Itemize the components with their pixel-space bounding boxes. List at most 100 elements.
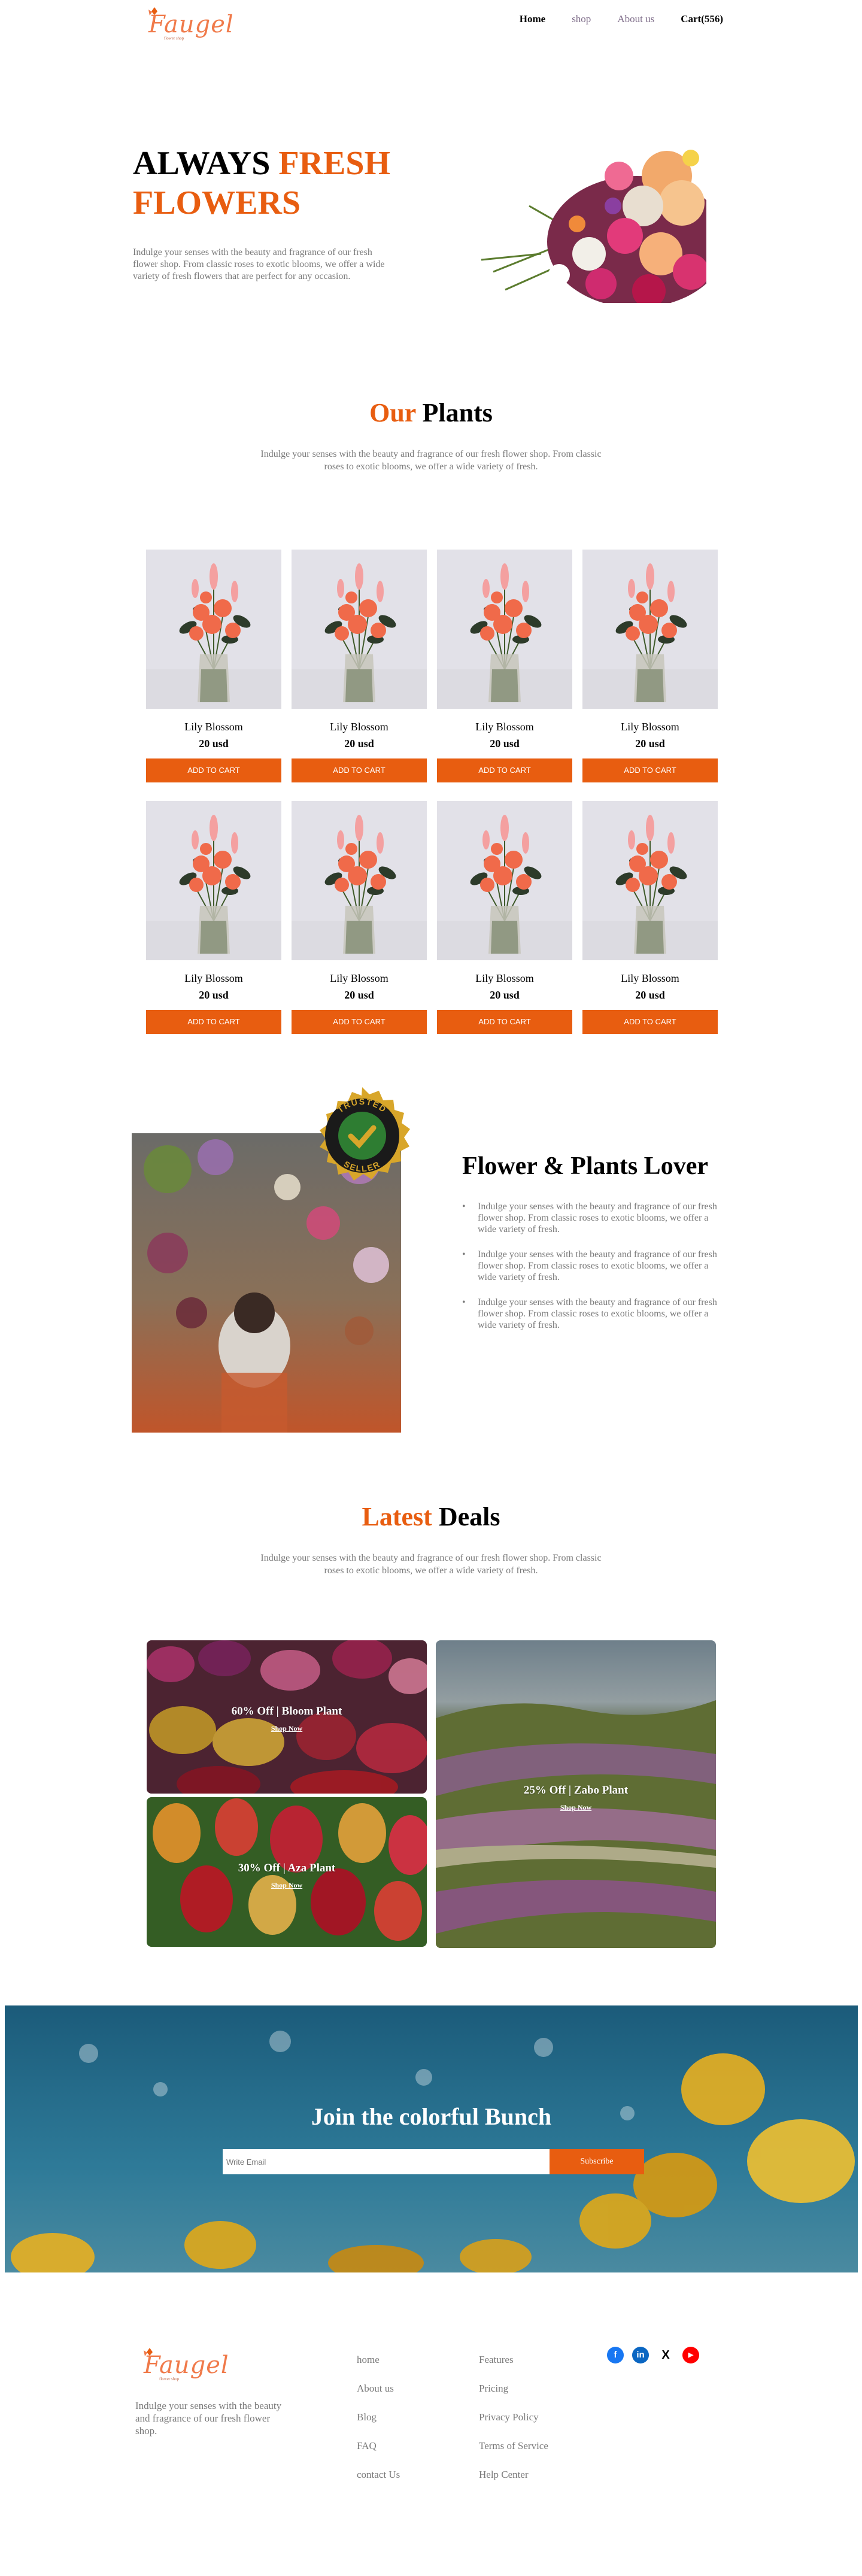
- hero-title-black: ALWAYS: [133, 145, 279, 182]
- add-to-cart-button[interactable]: ADD TO CART: [437, 1010, 572, 1034]
- add-to-cart-button[interactable]: ADD TO CART: [292, 758, 427, 782]
- logo-wordmark: Faugel: [148, 11, 234, 38]
- product-image: [437, 801, 572, 960]
- lover-list-item: Indulge your senses with the beauty and …: [462, 1201, 729, 1235]
- product-name: Lily Blossom: [330, 721, 388, 733]
- product-price: 20 usd: [635, 989, 665, 1001]
- lover-list-item: Indulge your senses with the beauty and …: [462, 1297, 729, 1331]
- footer-link[interactable]: contact Us: [357, 2469, 400, 2498]
- email-input[interactable]: [223, 2149, 550, 2174]
- top-nav: Faugel flower shop Home shop About us Ca…: [0, 0, 862, 48]
- logo-tagline: flower shop: [159, 2377, 180, 2381]
- deals-description: Indulge your senses with the beauty and …: [260, 1553, 602, 1576]
- footer-link[interactable]: home: [357, 2354, 400, 2383]
- shop-now-link[interactable]: Shop Now: [436, 1803, 716, 1812]
- product-name: Lily Blossom: [184, 972, 243, 984]
- lover-title: Flower & Plants Lover: [462, 1152, 708, 1180]
- footer-link[interactable]: FAQ: [357, 2440, 400, 2469]
- deals-title-orange: Latest: [362, 1502, 432, 1531]
- footer-link[interactable]: Blog: [357, 2411, 400, 2440]
- deals-title-black: Deals: [432, 1502, 500, 1531]
- plants-title: Our Plants: [0, 398, 862, 428]
- newsletter-section: Join the colorful Bunch Subscribe: [5, 2005, 858, 2272]
- product-image: [146, 801, 281, 960]
- product-card[interactable]: Lily Blossom 20 usd ADD TO CART: [582, 801, 718, 1038]
- add-to-cart-button[interactable]: ADD TO CART: [292, 1010, 427, 1034]
- deal-card-aza[interactable]: 30% Off | Aza Plant Shop Now: [147, 1797, 427, 1947]
- product-card[interactable]: Lily Blossom 20 usd ADD TO CART: [146, 801, 281, 1038]
- trusted-seller-badge: TRUSTED SELLER: [320, 1087, 410, 1181]
- product-name: Lily Blossom: [475, 721, 534, 733]
- product-card[interactable]: Lily Blossom 20 usd ADD TO CART: [292, 550, 427, 787]
- nav-cart[interactable]: Cart(556): [681, 13, 723, 25]
- product-name: Lily Blossom: [330, 972, 388, 984]
- footer-logo[interactable]: Faugel flower shop: [135, 2346, 229, 2384]
- lover-list: Indulge your senses with the beauty and …: [462, 1201, 729, 1345]
- facebook-icon[interactable]: f: [607, 2347, 624, 2363]
- product-image: [146, 550, 281, 709]
- shop-now-link[interactable]: Shop Now: [147, 1724, 427, 1733]
- product-image: [582, 550, 718, 709]
- product-image: [292, 550, 427, 709]
- product-image: [437, 550, 572, 709]
- social-links: f in X ▶: [607, 2347, 699, 2363]
- page: Faugel flower shop Home shop About us Ca…: [0, 0, 862, 2576]
- footer-brand-logo: Faugel flower shop: [135, 2346, 229, 2381]
- hero-description: Indulge your senses with the beauty and …: [133, 247, 385, 281]
- footer-link[interactable]: Features: [479, 2354, 548, 2383]
- footer-link[interactable]: Terms of Service: [479, 2440, 548, 2469]
- product-grid: Lily Blossom 20 usd ADD TO CART Lily Blo…: [146, 550, 718, 1038]
- footer-description: Indulge your senses with the beauty and …: [135, 2400, 282, 2437]
- plants-title-orange: Our: [369, 398, 416, 427]
- footer-link[interactable]: About us: [357, 2383, 400, 2411]
- footer-link[interactable]: Privacy Policy: [479, 2411, 548, 2440]
- lover-list-item: Indulge your senses with the beauty and …: [462, 1249, 729, 1283]
- plants-description: Indulge your senses with the beauty and …: [260, 449, 602, 472]
- product-card[interactable]: Lily Blossom 20 usd ADD TO CART: [146, 550, 281, 787]
- logo-tagline: flower shop: [164, 36, 184, 41]
- shop-now-link[interactable]: Shop Now: [147, 1881, 427, 1890]
- newsletter-title: Join the colorful Bunch: [311, 2103, 552, 2130]
- footer-link[interactable]: Pricing: [479, 2383, 548, 2411]
- nav-home[interactable]: Home: [520, 13, 545, 25]
- product-price: 20 usd: [635, 738, 665, 750]
- product-card[interactable]: Lily Blossom 20 usd ADD TO CART: [582, 550, 718, 787]
- subscribe-button[interactable]: Subscribe: [550, 2149, 644, 2174]
- product-price: 20 usd: [490, 738, 520, 750]
- nav-shop[interactable]: shop: [572, 13, 591, 25]
- footer-link[interactable]: Help Center: [479, 2469, 548, 2498]
- x-icon[interactable]: X: [657, 2347, 674, 2363]
- product-card[interactable]: Lily Blossom 20 usd ADD TO CART: [292, 801, 427, 1038]
- add-to-cart-button[interactable]: ADD TO CART: [582, 1010, 718, 1034]
- product-price: 20 usd: [344, 738, 374, 750]
- product-image: [582, 801, 718, 960]
- linkedin-icon[interactable]: in: [632, 2347, 649, 2363]
- product-name: Lily Blossom: [475, 972, 534, 984]
- footer-links-col-1: home About us Blog FAQ contact Us: [357, 2354, 400, 2498]
- add-to-cart-button[interactable]: ADD TO CART: [437, 758, 572, 782]
- add-to-cart-button[interactable]: ADD TO CART: [146, 1010, 281, 1034]
- deal-card-bloom[interactable]: 60% Off | Bloom Plant Shop Now: [147, 1640, 427, 1794]
- deal-title: 60% Off | Bloom Plant: [231, 1705, 342, 1718]
- product-image: [292, 801, 427, 960]
- product-price: 20 usd: [199, 738, 229, 750]
- nav-links: Home shop About us Cart(556): [520, 13, 723, 25]
- product-price: 20 usd: [344, 989, 374, 1001]
- add-to-cart-button[interactable]: ADD TO CART: [146, 758, 281, 782]
- nav-about[interactable]: About us: [617, 13, 654, 25]
- deal-title: 30% Off | Aza Plant: [238, 1862, 336, 1874]
- product-name: Lily Blossom: [621, 972, 679, 984]
- poppies-background-image: [5, 2005, 858, 2272]
- plants-title-black: Plants: [415, 398, 493, 427]
- deal-card-zabo[interactable]: 25% Off | Zabo Plant Shop Now: [436, 1640, 716, 1948]
- product-price: 20 usd: [199, 989, 229, 1001]
- footer-links-col-2: Features Pricing Privacy Policy Terms of…: [479, 2354, 548, 2498]
- add-to-cart-button[interactable]: ADD TO CART: [582, 758, 718, 782]
- product-card[interactable]: Lily Blossom 20 usd ADD TO CART: [437, 550, 572, 787]
- hero-bouquet-image: [469, 134, 706, 303]
- brand-logo[interactable]: Faugel flower shop: [140, 5, 233, 41]
- product-card[interactable]: Lily Blossom 20 usd ADD TO CART: [437, 801, 572, 1038]
- youtube-icon[interactable]: ▶: [682, 2347, 699, 2363]
- hero-title: ALWAYS FRESH FLOWERS: [133, 144, 420, 223]
- deal-title: 25% Off | Zabo Plant: [523, 1784, 629, 1797]
